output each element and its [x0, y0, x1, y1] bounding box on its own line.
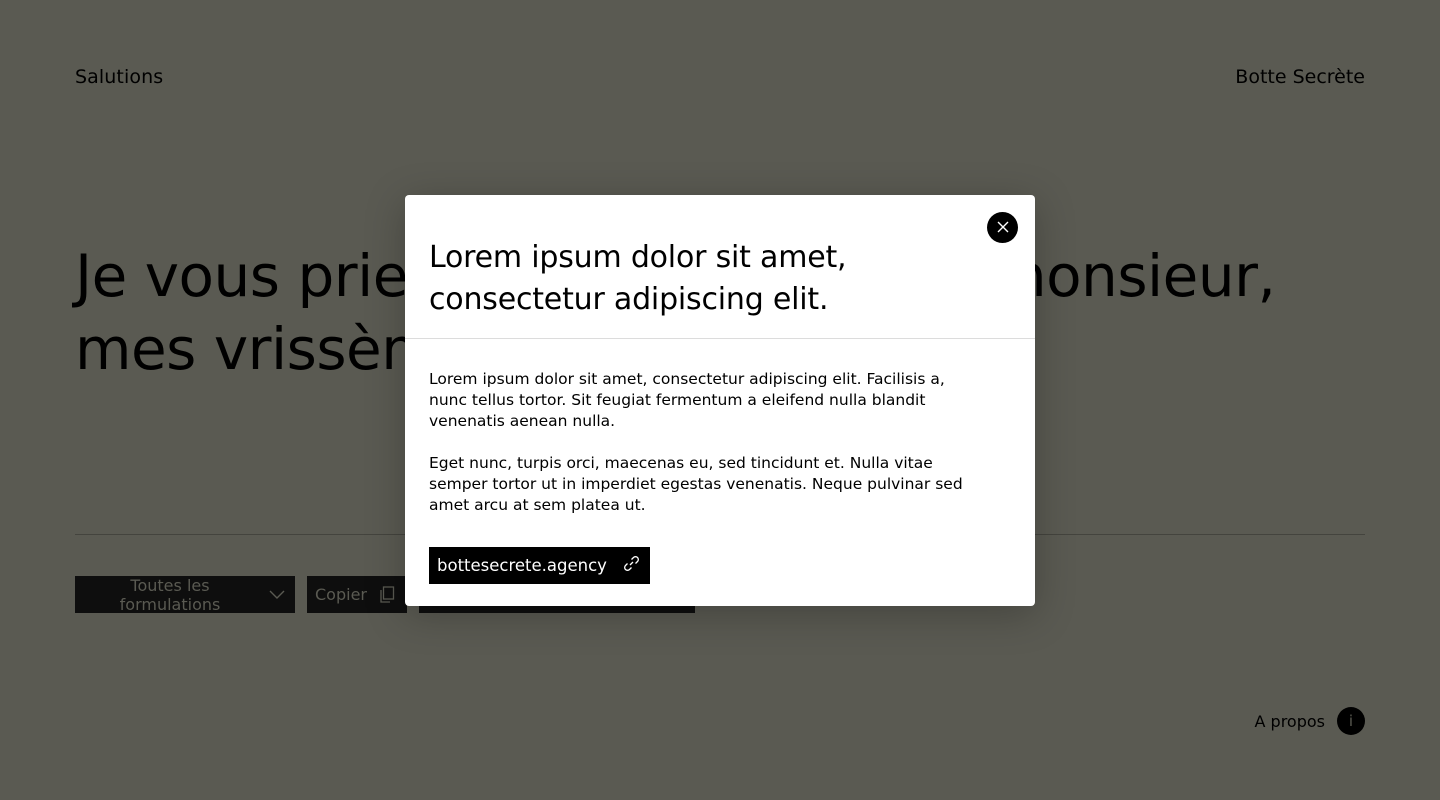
agency-link-button[interactable]: bottesecrete.agency — [429, 547, 650, 584]
modal-header: Lorem ipsum dolor sit amet, consectetur … — [405, 195, 1035, 339]
about-link[interactable]: A propos i — [1255, 707, 1365, 735]
modal-dialog: Lorem ipsum dolor sit amet, consectetur … — [405, 195, 1035, 606]
link-icon — [623, 555, 640, 576]
modal-body: Lorem ipsum dolor sit amet, consectetur … — [405, 339, 1035, 584]
modal-paragraph: Eget nunc, turpis orci, maecenas eu, sed… — [429, 454, 963, 514]
info-icon[interactable]: i — [1337, 707, 1365, 735]
modal-title: Lorem ipsum dolor sit amet, consectetur … — [429, 240, 847, 317]
close-button[interactable] — [987, 212, 1018, 243]
formulations-select-label: Toutes les formulations — [119, 575, 221, 614]
copy-button-label: Copier — [315, 585, 367, 604]
close-icon — [997, 218, 1009, 237]
copy-button[interactable]: Copier — [307, 576, 407, 613]
formulations-select[interactable]: Toutes les formulations — [75, 575, 295, 614]
brand-botte-secrete[interactable]: Botte Secrète — [1235, 66, 1365, 88]
modal-paragraph: Lorem ipsum dolor sit amet, consectetur … — [429, 370, 945, 430]
agency-link-label: bottesecrete.agency — [437, 556, 607, 575]
chevron-down-icon — [269, 590, 285, 600]
brand-salutions[interactable]: Salutions — [75, 66, 163, 88]
about-label: A propos — [1254, 711, 1325, 731]
copy-icon — [379, 586, 395, 603]
